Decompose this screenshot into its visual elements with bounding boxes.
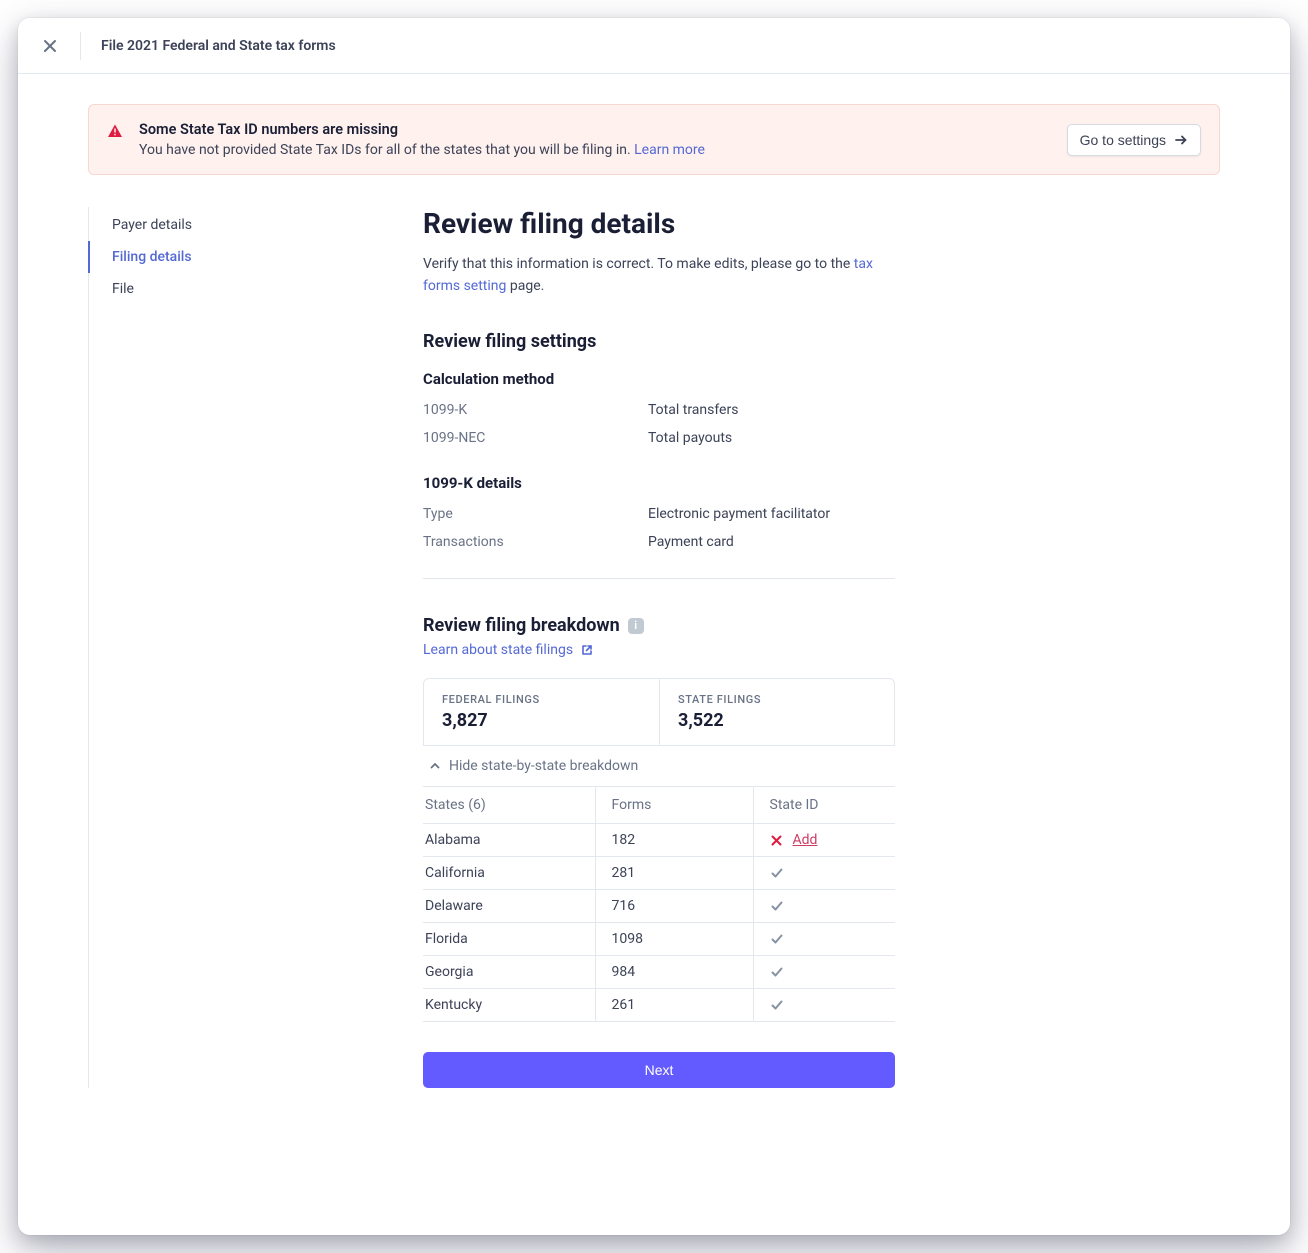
review-filing-breakdown-title: Review filing breakdown bbox=[423, 615, 620, 636]
forms-count-cell: 1098 bbox=[595, 923, 753, 956]
forms-count-cell: 182 bbox=[595, 824, 753, 857]
federal-filings-label: FEDERAL FILINGS bbox=[442, 693, 641, 706]
next-button[interactable]: Next bbox=[423, 1052, 895, 1088]
table-row: Kentucky261 bbox=[423, 989, 895, 1022]
alert-desc-text: You have not provided State Tax IDs for … bbox=[139, 142, 634, 158]
warning-icon bbox=[107, 123, 123, 139]
x-icon bbox=[770, 834, 783, 847]
state-breakdown-table: States (6) Forms State ID Alabama182 Add C… bbox=[423, 786, 895, 1022]
state-filings-value: 3,522 bbox=[678, 710, 876, 731]
detail-key: Type bbox=[423, 506, 648, 522]
alert-banner: Some State Tax ID numbers are missing Yo… bbox=[88, 104, 1220, 175]
state-name-cell: California bbox=[423, 857, 595, 890]
state-id-cell bbox=[753, 857, 895, 890]
forms-count-cell: 984 bbox=[595, 956, 753, 989]
learn-link-label: Learn about state filings bbox=[423, 642, 573, 658]
state-filings-label: STATE FILINGS bbox=[678, 693, 876, 706]
table-row: California281 bbox=[423, 857, 895, 890]
calc-key: 1099-K bbox=[423, 402, 648, 418]
1099k-details-title: 1099-K details bbox=[423, 474, 895, 492]
forms-count-cell: 281 bbox=[595, 857, 753, 890]
calc-val: Total payouts bbox=[648, 430, 732, 446]
table-row: Delaware716 bbox=[423, 890, 895, 923]
state-name-cell: Alabama bbox=[423, 824, 595, 857]
review-filing-settings-title: Review filing settings bbox=[423, 331, 895, 352]
page-subtitle: Verify that this information is correct.… bbox=[423, 254, 895, 297]
check-icon bbox=[770, 965, 784, 979]
calculation-method-title: Calculation method bbox=[423, 370, 895, 388]
arrow-right-icon bbox=[1174, 133, 1188, 147]
filings-summary: FEDERAL FILINGS 3,827 STATE FILINGS 3,52… bbox=[423, 678, 895, 746]
state-id-cell bbox=[753, 956, 895, 989]
state-name-cell: Kentucky bbox=[423, 989, 595, 1022]
calc-val: Total transfers bbox=[648, 402, 738, 418]
header-divider bbox=[80, 32, 81, 60]
forms-count-cell: 261 bbox=[595, 989, 753, 1022]
state-name-cell: Florida bbox=[423, 923, 595, 956]
detail-row: Transactions Payment card bbox=[423, 534, 895, 550]
alert-description: You have not provided State Tax IDs for … bbox=[139, 142, 1051, 158]
detail-row: Type Electronic payment facilitator bbox=[423, 506, 895, 522]
alert-title: Some State Tax ID numbers are missing bbox=[139, 121, 1051, 138]
section-divider bbox=[423, 578, 895, 579]
content-area: Review filing details Verify that this i… bbox=[423, 207, 895, 1088]
sidebar-nav: Payer details Filing details File bbox=[88, 207, 413, 1088]
close-icon bbox=[42, 38, 58, 54]
state-id-cell bbox=[753, 890, 895, 923]
state-filings-stat: STATE FILINGS 3,522 bbox=[659, 679, 894, 745]
close-button[interactable] bbox=[36, 32, 64, 60]
calc-key: 1099-NEC bbox=[423, 430, 648, 446]
alert-learn-more-link[interactable]: Learn more bbox=[634, 142, 705, 158]
subtitle-pre: Verify that this information is correct.… bbox=[423, 256, 854, 272]
add-state-id-link[interactable]: Add bbox=[793, 832, 818, 848]
state-name-cell: Delaware bbox=[423, 890, 595, 923]
chevron-up-icon bbox=[429, 760, 441, 772]
federal-filings-value: 3,827 bbox=[442, 710, 641, 731]
go-to-settings-label: Go to settings bbox=[1080, 132, 1166, 148]
info-icon[interactable]: i bbox=[628, 618, 644, 634]
learn-about-state-filings-link[interactable]: Learn about state filings bbox=[423, 642, 593, 658]
toggle-breakdown[interactable]: Hide state-by-state breakdown bbox=[423, 746, 895, 786]
modal-body: Some State Tax ID numbers are missing Yo… bbox=[18, 74, 1290, 1143]
calc-row: 1099-NEC Total payouts bbox=[423, 430, 895, 446]
external-link-icon bbox=[581, 644, 593, 656]
detail-val: Electronic payment facilitator bbox=[648, 506, 830, 522]
go-to-settings-button[interactable]: Go to settings bbox=[1067, 124, 1201, 156]
check-icon bbox=[770, 998, 784, 1012]
federal-filings-stat: FEDERAL FILINGS 3,827 bbox=[424, 679, 659, 745]
modal-container: File 2021 Federal and State tax forms So… bbox=[18, 18, 1290, 1235]
sidebar-item-filing-details[interactable]: Filing details bbox=[88, 241, 413, 273]
check-icon bbox=[770, 899, 784, 913]
col-states: States (6) bbox=[423, 787, 595, 824]
table-row: Georgia984 bbox=[423, 956, 895, 989]
table-row: Florida1098 bbox=[423, 923, 895, 956]
modal-header: File 2021 Federal and State tax forms bbox=[18, 18, 1290, 74]
forms-count-cell: 716 bbox=[595, 890, 753, 923]
calc-row: 1099-K Total transfers bbox=[423, 402, 895, 418]
alert-content: Some State Tax ID numbers are missing Yo… bbox=[139, 121, 1051, 158]
table-row: Alabama182 Add bbox=[423, 824, 895, 857]
detail-key: Transactions bbox=[423, 534, 648, 550]
col-forms: Forms bbox=[595, 787, 753, 824]
toggle-label: Hide state-by-state breakdown bbox=[449, 758, 638, 774]
subtitle-post: page. bbox=[506, 278, 544, 294]
state-id-cell bbox=[753, 923, 895, 956]
check-icon bbox=[770, 932, 784, 946]
sidebar-item-file[interactable]: File bbox=[88, 273, 413, 305]
state-name-cell: Georgia bbox=[423, 956, 595, 989]
sidebar-item-payer-details[interactable]: Payer details bbox=[88, 209, 413, 241]
page-title: Review filing details bbox=[423, 207, 895, 240]
check-icon bbox=[770, 866, 784, 880]
col-stateid: State ID bbox=[753, 787, 895, 824]
detail-val: Payment card bbox=[648, 534, 734, 550]
state-id-cell bbox=[753, 989, 895, 1022]
state-id-cell: Add bbox=[753, 824, 895, 857]
modal-title: File 2021 Federal and State tax forms bbox=[101, 38, 336, 54]
